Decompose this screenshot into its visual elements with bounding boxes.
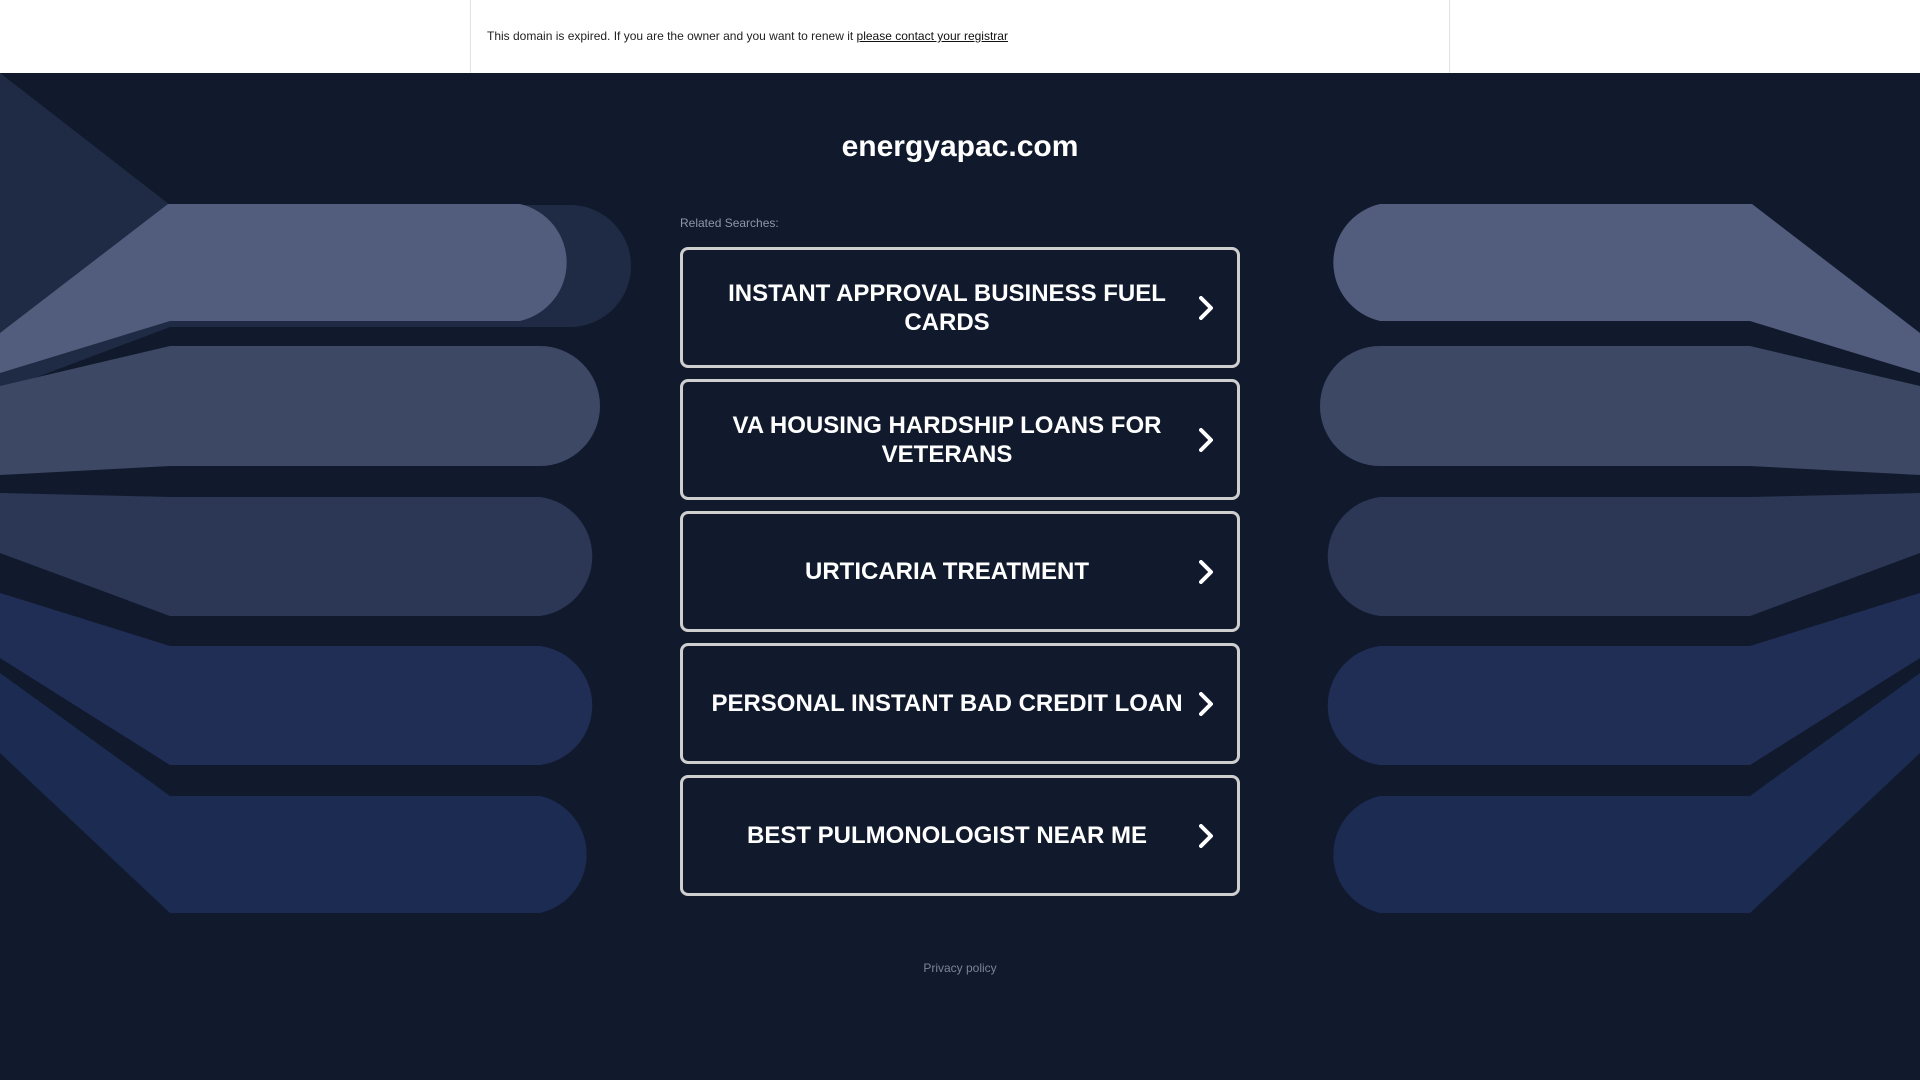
- domain-title: energyapac.com: [841, 130, 1079, 163]
- expiry-notice: This domain is expired. If you are the o…: [487, 29, 1008, 43]
- search-link-label: VA HOUSING HARDSHIP LOANS FOR VETERANS: [732, 411, 1162, 468]
- expiry-notice-text: This domain is expired. If you are the o…: [487, 29, 854, 43]
- search-link-2[interactable]: VA HOUSING HARDSHIP LOANS FOR VETERANS: [680, 379, 1240, 500]
- search-link-4[interactable]: PERSONAL INSTANT BAD CREDIT LOAN: [680, 643, 1240, 764]
- related-searches-label: Related Searches:: [680, 216, 779, 230]
- expiry-notice-box: This domain is expired. If you are the o…: [470, 0, 1450, 73]
- search-link-label: URTICARIA TREATMENT: [805, 558, 1089, 585]
- expiry-notice-bar: This domain is expired. If you are the o…: [0, 0, 1920, 73]
- related-searches-list: INSTANT APPROVAL BUSINESS FUEL CARDS VA …: [680, 247, 1240, 907]
- search-link-label: PERSONAL INSTANT BAD CREDIT LOAN: [711, 690, 1183, 717]
- search-link-1[interactable]: INSTANT APPROVAL BUSINESS FUEL CARDS: [680, 247, 1240, 368]
- chevron-right-icon: [1199, 823, 1213, 848]
- chevron-right-icon: [1199, 295, 1213, 320]
- chevron-right-icon: [1199, 691, 1213, 716]
- search-link-5[interactable]: BEST PULMONOLOGIST NEAR ME: [680, 775, 1240, 896]
- search-link-label: INSTANT APPROVAL BUSINESS FUEL CARDS: [728, 279, 1166, 336]
- left-shape-2: [0, 346, 600, 475]
- search-link-label: BEST PULMONOLOGIST NEAR ME: [746, 822, 1147, 849]
- privacy-policy-link[interactable]: Privacy policy: [0, 961, 1920, 975]
- search-link-3[interactable]: URTICARIA TREATMENT: [680, 511, 1240, 632]
- right-shape-3: [1327, 493, 1920, 616]
- chevron-right-icon: [1199, 427, 1213, 452]
- right-shape-2: [1320, 346, 1920, 475]
- chevron-right-icon: [1199, 559, 1213, 584]
- left-shape-3: [0, 493, 593, 616]
- contact-registrar-link[interactable]: please contact your registrar: [857, 29, 1008, 43]
